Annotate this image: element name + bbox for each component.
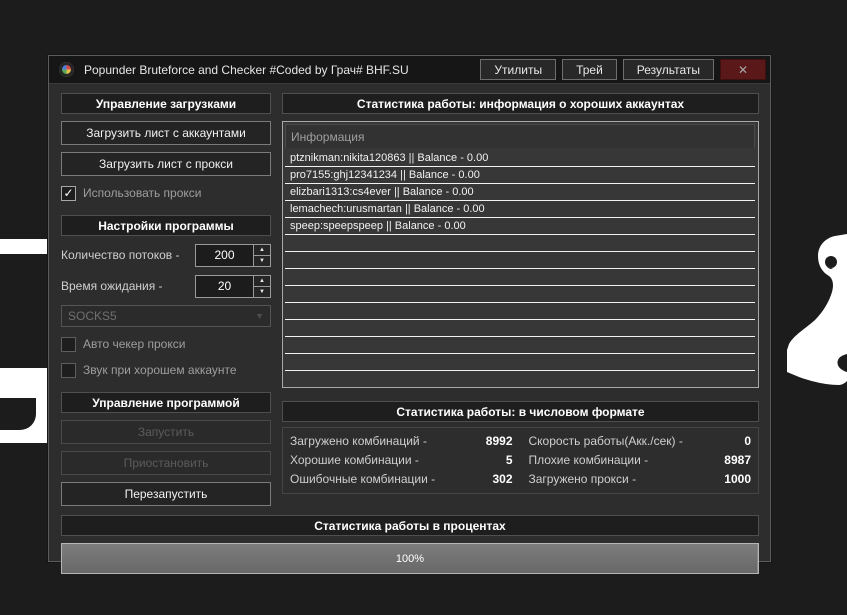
accounts-list[interactable]: Информация ptznikman:nikita120863 || Bal… bbox=[282, 121, 759, 388]
settings-group-header: Настройки программы bbox=[61, 215, 271, 236]
sound-row[interactable]: Звук при хорошем аккаунте bbox=[61, 361, 271, 379]
close-icon: ✕ bbox=[737, 62, 749, 77]
account-row-empty[interactable] bbox=[285, 269, 755, 286]
use-proxy-row[interactable]: ✓ Использовать прокси bbox=[61, 184, 271, 202]
pause-button[interactable]: Приостановить bbox=[61, 451, 271, 475]
stat-loaded-proxy-value: 1000 bbox=[724, 471, 751, 486]
sound-label: Звук при хорошем аккаунте bbox=[83, 363, 237, 377]
stat-good-combos-value: 5 bbox=[505, 452, 513, 467]
background-shape-left-block bbox=[0, 368, 50, 443]
downloads-group-header: Управление загрузками bbox=[61, 93, 271, 114]
desktop: { "icons": { "checkmark": "✓", "close": … bbox=[0, 0, 847, 615]
stat-loaded-proxy-label: Загружено прокси - bbox=[528, 471, 637, 486]
stat-loaded-combos-label: Загружено комбинаций - bbox=[290, 433, 427, 448]
stat-loaded-combos-value: 8992 bbox=[485, 433, 513, 448]
background-shape-left-bar bbox=[0, 239, 48, 254]
auto-check-label: Авто чекер прокси bbox=[83, 337, 186, 351]
account-row-empty[interactable] bbox=[285, 320, 755, 337]
start-button[interactable]: Запустить bbox=[61, 420, 271, 444]
timeout-down-icon[interactable]: ▼ bbox=[254, 286, 270, 297]
threads-stepper[interactable]: 200 ▲ ▼ bbox=[195, 243, 271, 267]
account-row[interactable]: elizbari1313:cs4ever || Balance - 0.00 bbox=[285, 184, 755, 201]
accounts-group-header: Статистика работы: информация о хороших … bbox=[282, 93, 759, 114]
titlebar[interactable]: Popunder Bruteforce and Checker #Coded b… bbox=[49, 56, 770, 84]
window-title: Popunder Bruteforce and Checker #Coded b… bbox=[84, 62, 409, 77]
progress-section: Статистика работы в процентах 100% bbox=[61, 515, 759, 574]
progress-percent: 100% bbox=[395, 552, 425, 565]
stat-speed-label: Скорость работы(Акк./сек) - bbox=[528, 433, 683, 448]
control-group-header: Управление программой bbox=[61, 392, 271, 413]
account-row[interactable]: ptznikman:nikita120863 || Balance - 0.00 bbox=[285, 150, 755, 167]
stat-bad-combos-label: Плохие комбинации - bbox=[528, 452, 649, 467]
progress-bar: 100% bbox=[61, 543, 759, 574]
use-proxy-checkbox[interactable]: ✓ bbox=[61, 185, 76, 201]
chevron-down-icon: ▼ bbox=[255, 311, 264, 321]
checkmark-icon: ✓ bbox=[63, 186, 74, 200]
threads-up-icon[interactable]: ▲ bbox=[254, 244, 270, 256]
app-window: Popunder Bruteforce and Checker #Coded b… bbox=[48, 55, 771, 574]
accounts-list-column-header: Информация bbox=[285, 124, 755, 148]
load-accounts-button[interactable]: Загрузить лист с аккаунтами bbox=[61, 121, 271, 145]
auto-check-row[interactable]: Авто чекер прокси bbox=[61, 335, 271, 353]
utilities-button[interactable]: Утилиты bbox=[480, 59, 557, 80]
progress-header: Статистика работы в процентах bbox=[61, 515, 759, 536]
auto-check-checkbox[interactable] bbox=[61, 336, 76, 352]
use-proxy-label: Использовать прокси bbox=[83, 186, 202, 200]
load-proxy-button[interactable]: Загрузить лист с прокси bbox=[61, 152, 271, 176]
timeout-label: Время ожидания - bbox=[61, 279, 163, 293]
restart-button[interactable]: Перезапустить bbox=[61, 482, 271, 506]
account-row-empty[interactable] bbox=[285, 286, 755, 303]
stat-error-combos-label: Ошибочные комбинации - bbox=[290, 471, 436, 486]
account-row[interactable]: lemachech:urusmartan || Balance - 0.00 bbox=[285, 201, 755, 218]
timeout-stepper[interactable]: 20 ▲ ▼ bbox=[195, 274, 271, 298]
numeric-stats-box: Загружено комбинаций - 8992 Скорость раб… bbox=[282, 427, 759, 494]
account-row-empty[interactable] bbox=[285, 252, 755, 269]
threads-value[interactable]: 200 bbox=[196, 245, 253, 266]
account-row-empty[interactable] bbox=[285, 371, 755, 387]
account-row[interactable]: speep:speepspeep || Balance - 0.00 bbox=[285, 218, 755, 235]
stat-speed-value: 0 bbox=[744, 433, 751, 448]
account-row[interactable]: pro7155:ghj12341234 || Balance - 0.00 bbox=[285, 167, 755, 184]
close-button[interactable]: ✕ bbox=[720, 59, 766, 80]
stat-error-combos-value: 302 bbox=[492, 471, 513, 486]
account-row-empty[interactable] bbox=[285, 354, 755, 371]
account-row-empty[interactable] bbox=[285, 303, 755, 320]
background-shape-notch bbox=[0, 398, 36, 430]
right-panel: Статистика работы: информация о хороших … bbox=[282, 93, 759, 506]
app-icon bbox=[59, 62, 74, 77]
stat-good-combos-label: Хорошие комбинации - bbox=[290, 452, 419, 467]
stat-bad-combos-value: 8987 bbox=[724, 452, 751, 467]
threads-down-icon[interactable]: ▼ bbox=[254, 255, 270, 266]
results-button[interactable]: Результаты bbox=[622, 59, 714, 80]
accounts-rows-container: ptznikman:nikita120863 || Balance - 0.00… bbox=[285, 150, 755, 387]
tray-button[interactable]: Трей bbox=[562, 59, 617, 80]
crow-silhouette bbox=[787, 234, 847, 385]
account-row-empty[interactable] bbox=[285, 337, 755, 354]
timeout-value[interactable]: 20 bbox=[196, 276, 253, 297]
proxy-type-value: SOCKS5 bbox=[68, 309, 117, 323]
sound-checkbox[interactable] bbox=[61, 362, 76, 378]
account-row-empty[interactable] bbox=[285, 235, 755, 252]
proxy-type-dropdown[interactable]: SOCKS5 ▼ bbox=[61, 305, 271, 327]
numeric-stats-header: Статистика работы: в числовом формате bbox=[282, 401, 759, 422]
left-panel: Управление загрузками Загрузить лист с а… bbox=[61, 93, 271, 506]
timeout-up-icon[interactable]: ▲ bbox=[254, 275, 270, 287]
threads-label: Количество потоков - bbox=[61, 248, 180, 262]
